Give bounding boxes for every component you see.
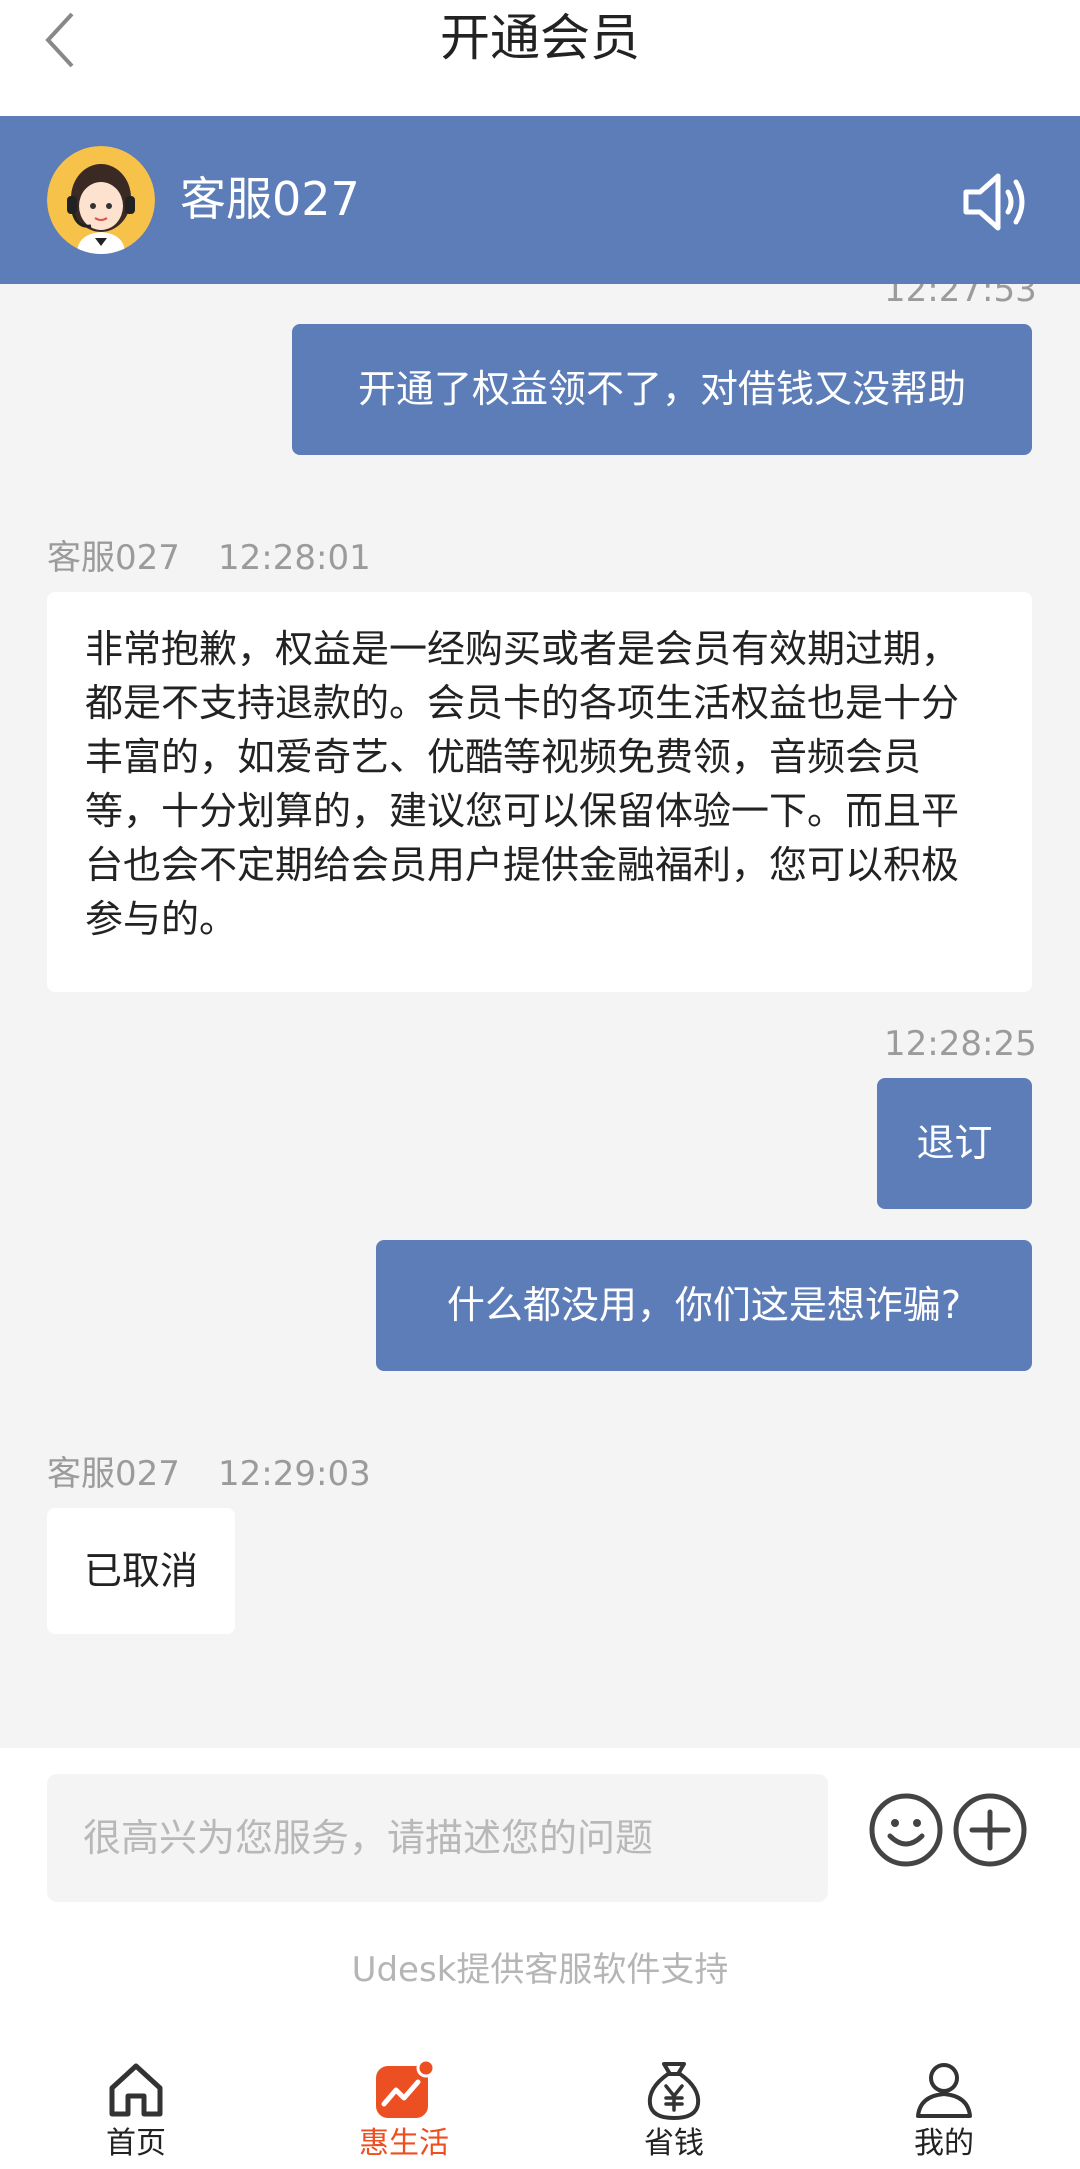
tab-label: 首页: [106, 2126, 166, 2161]
message-input[interactable]: [47, 1774, 828, 1902]
money-bag-icon: [647, 2062, 701, 2120]
message-time: 12:27:53: [884, 284, 1037, 310]
message-line: 丰富的，如爱奇艺、优酷等视频免费领，音频会员: [85, 735, 922, 779]
home-icon: [109, 2063, 163, 2117]
tab-label: 惠生活: [359, 2126, 449, 2161]
message-time: 12:28:25: [884, 1024, 1037, 1064]
tab-save-money[interactable]: 省钱: [584, 2058, 764, 2164]
message-line: 非常抱歉，权益是一经购买或者是会员有效期过期，: [85, 627, 960, 671]
agent-bar: 客服027: [0, 116, 1080, 284]
notification-badge: [416, 2058, 436, 2078]
page-title: 开通会员: [440, 9, 640, 67]
incoming-message-bubble[interactable]: 已取消: [47, 1508, 235, 1634]
speaker-icon[interactable]: [960, 170, 1032, 234]
powered-by-text: Udesk提供客服软件支持: [351, 1950, 729, 1990]
person-icon: [916, 2063, 972, 2118]
outgoing-message-bubble[interactable]: 退订: [877, 1078, 1032, 1209]
agent-name: 客服027: [180, 172, 360, 226]
tab-hui-life[interactable]: 惠生活: [314, 2058, 494, 2164]
message-time: 12:28:01: [218, 538, 371, 578]
incoming-message-bubble[interactable]: 非常抱歉，权益是一经购买或者是会员有效期过期， 都是不支持退款的。会员卡的各项生…: [47, 592, 1032, 992]
message-time: 12:29:03: [218, 1454, 371, 1494]
tab-mine[interactable]: 我的: [854, 2058, 1034, 2164]
input-bar: Udesk提供客服软件支持 首页 惠生活 省钱 我的: [0, 1748, 1080, 2169]
message-sender: 客服027: [47, 538, 180, 578]
agent-avatar: [47, 146, 155, 254]
tab-label: 省钱: [644, 2126, 704, 2161]
tab-home[interactable]: 首页: [46, 2058, 226, 2164]
plus-icon[interactable]: [952, 1792, 1028, 1868]
message-line: 参与的。: [85, 897, 238, 941]
tab-label: 我的: [914, 2126, 974, 2161]
message-line: 都是不支持退款的。会员卡的各项生活权益也是十分: [85, 681, 960, 725]
trend-icon: [376, 2058, 436, 2118]
message-sender: 客服027: [47, 1454, 180, 1494]
message-line: 等，十分划算的，建议您可以保留体验一下。而且平: [85, 789, 960, 833]
outgoing-message-bubble[interactable]: 什么都没用，你们这是想诈骗?: [376, 1240, 1032, 1371]
outgoing-message-bubble[interactable]: 开通了权益领不了，对借钱又没帮助: [292, 324, 1032, 455]
emoji-icon[interactable]: [868, 1792, 944, 1868]
chat-area[interactable]: 12:27:53 开通了权益领不了，对借钱又没帮助 客服027 12:28:01…: [0, 284, 1080, 1748]
message-line: 台也会不定期给会员用户提供金融福利，您可以积极: [85, 843, 960, 887]
top-bar: 开通会员: [0, 0, 1080, 116]
